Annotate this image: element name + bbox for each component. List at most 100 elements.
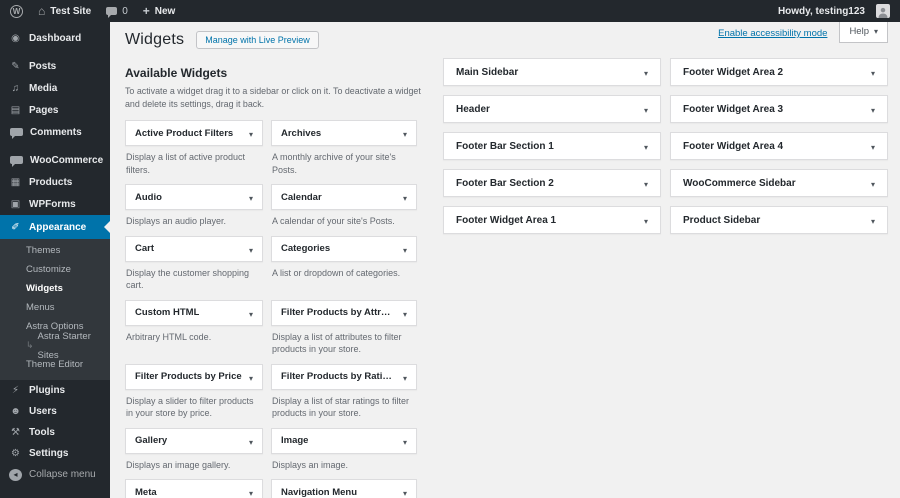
widget-area-woocommerce-sidebar[interactable]: WooCommerce Sidebar bbox=[670, 169, 888, 197]
wordpress-logo-menu[interactable]: W bbox=[10, 5, 23, 18]
chevron-down-icon[interactable] bbox=[249, 124, 253, 142]
widget-title-bar[interactable]: Filter Products by Price bbox=[125, 364, 263, 390]
submenu-item-themes[interactable]: Themes bbox=[0, 241, 110, 260]
widget-title-bar[interactable]: Audio bbox=[125, 184, 263, 210]
submenu-item-customize[interactable]: Customize bbox=[0, 260, 110, 279]
widget-title-bar[interactable]: Cart bbox=[125, 236, 263, 262]
collapse-label: Collapse menu bbox=[29, 469, 96, 480]
widget-title-bar[interactable]: Image bbox=[271, 428, 417, 454]
widget-title-bar[interactable]: Gallery bbox=[125, 428, 263, 454]
widget-title-bar[interactable]: Archives bbox=[271, 120, 417, 146]
widget-areas-column-left: Main Sidebar Header Footer Bar Section 1… bbox=[443, 58, 661, 243]
widget-title-bar[interactable]: Custom HTML bbox=[125, 300, 263, 326]
chevron-down-icon[interactable] bbox=[871, 211, 875, 229]
widget-title-bar[interactable]: Filter Products by Attr… bbox=[271, 300, 417, 326]
enable-accessibility-link[interactable]: Enable accessibility mode bbox=[718, 28, 827, 39]
chevron-down-icon[interactable] bbox=[249, 432, 253, 450]
widget-area-footer-widget-area-4[interactable]: Footer Widget Area 4 bbox=[670, 132, 888, 160]
sidebar-item-pages[interactable]: ▤ Pages bbox=[0, 99, 110, 121]
widget-card-calendar: Calendar A calendar of your site's Posts… bbox=[271, 184, 417, 236]
howdy-text: Howdy, testing123 bbox=[778, 6, 865, 17]
sidebar-item-label: WooCommerce bbox=[30, 155, 103, 166]
chevron-down-icon[interactable] bbox=[644, 137, 648, 155]
chevron-down-icon[interactable] bbox=[249, 304, 253, 322]
comments-icon bbox=[10, 128, 23, 136]
chevron-down-icon[interactable] bbox=[403, 240, 407, 258]
chevron-down-icon[interactable] bbox=[871, 63, 875, 81]
widget-area-footer-bar-section-2[interactable]: Footer Bar Section 2 bbox=[443, 169, 661, 197]
sidebar-item-products[interactable]: ▦ Products bbox=[0, 171, 110, 193]
site-name-menu[interactable]: Test Site bbox=[38, 5, 91, 18]
sidebar-item-users[interactable]: ☻ Users bbox=[0, 401, 110, 422]
page-title: Widgets bbox=[125, 31, 184, 49]
widget-title-bar[interactable]: Active Product Filters bbox=[125, 120, 263, 146]
new-label: New bbox=[155, 6, 176, 17]
collapse-menu-button[interactable]: Collapse menu bbox=[0, 464, 110, 485]
sidebar-item-media[interactable]: ♫ Media bbox=[0, 77, 110, 99]
sidebar-item-woocommerce[interactable]: WooCommerce bbox=[0, 149, 110, 171]
chevron-down-icon[interactable] bbox=[403, 483, 407, 498]
submenu-item-menus[interactable]: Menus bbox=[0, 298, 110, 317]
submenu-item-astra-starter-sites[interactable]: Astra Starter Sites bbox=[0, 336, 110, 355]
chevron-down-icon[interactable] bbox=[871, 174, 875, 192]
widget-area-header[interactable]: Header bbox=[443, 95, 661, 123]
widget-area-footer-widget-area-3[interactable]: Footer Widget Area 3 bbox=[670, 95, 888, 123]
sidebar-item-tools[interactable]: ⚒ Tools bbox=[0, 422, 110, 443]
chevron-down-icon[interactable] bbox=[644, 63, 648, 81]
widget-areas-column-right: Footer Widget Area 2 Footer Widget Area … bbox=[670, 58, 888, 243]
widget-area-title: Footer Bar Section 1 bbox=[456, 141, 554, 152]
sidebar-item-comments[interactable]: Comments bbox=[0, 121, 110, 143]
chevron-down-icon[interactable] bbox=[403, 188, 407, 206]
chevron-down-icon[interactable] bbox=[644, 211, 648, 229]
widget-title: Filter Products by Attr… bbox=[281, 307, 390, 318]
chevron-down-icon[interactable] bbox=[644, 100, 648, 118]
help-tab[interactable]: Help bbox=[839, 22, 888, 43]
chevron-down-icon[interactable] bbox=[403, 368, 407, 386]
new-content-menu[interactable]: New bbox=[143, 5, 176, 18]
chevron-down-icon[interactable] bbox=[871, 137, 875, 155]
widget-area-title: Footer Widget Area 4 bbox=[683, 141, 783, 152]
sidebar-item-dashboard[interactable]: ◉ Dashboard bbox=[0, 27, 110, 49]
widget-card-cart: Cart Display the customer shopping cart. bbox=[125, 236, 263, 300]
chevron-down-icon[interactable] bbox=[644, 174, 648, 192]
chevron-down-icon[interactable] bbox=[403, 304, 407, 322]
widget-title-bar[interactable]: Filter Products by Rati… bbox=[271, 364, 417, 390]
howdy-account-menu[interactable]: Howdy, testing123 bbox=[778, 4, 890, 18]
comments-menu[interactable]: 0 bbox=[106, 6, 128, 17]
widget-title-bar[interactable]: Meta bbox=[125, 479, 263, 498]
widget-title: Filter Products by Price bbox=[135, 371, 242, 382]
submenu-label: Themes bbox=[26, 241, 60, 260]
chevron-down-icon[interactable] bbox=[249, 483, 253, 498]
sidebar-item-posts[interactable]: ✎ Posts bbox=[0, 55, 110, 77]
widget-description: Display a list of star ratings to filter… bbox=[272, 395, 416, 420]
widget-card-categories: Categories A list or dropdown of categor… bbox=[271, 236, 417, 300]
chevron-down-icon[interactable] bbox=[249, 368, 253, 386]
sidebar-item-settings[interactable]: ⚙ Settings bbox=[0, 443, 110, 464]
manage-live-preview-button[interactable]: Manage with Live Preview bbox=[196, 31, 319, 49]
sidebar-item-plugins[interactable]: ⚡ Plugins bbox=[0, 380, 110, 401]
sidebar-item-label: Appearance bbox=[29, 222, 86, 233]
widget-description: A calendar of your site's Posts. bbox=[272, 215, 416, 228]
chevron-down-icon[interactable] bbox=[403, 124, 407, 142]
sidebar-item-appearance[interactable]: ✐ Appearance bbox=[0, 215, 110, 239]
chevron-down-icon[interactable] bbox=[871, 100, 875, 118]
widget-area-product-sidebar[interactable]: Product Sidebar bbox=[670, 206, 888, 234]
widget-area-main-sidebar[interactable]: Main Sidebar bbox=[443, 58, 661, 86]
widget-area-footer-widget-area-2[interactable]: Footer Widget Area 2 bbox=[670, 58, 888, 86]
available-widgets-panel: Available Widgets To activate a widget d… bbox=[125, 58, 417, 498]
widget-description: Display a list of attributes to filter p… bbox=[272, 331, 416, 356]
widget-area-footer-widget-area-1[interactable]: Footer Widget Area 1 bbox=[443, 206, 661, 234]
sidebar-item-wpforms[interactable]: ▣ WPForms bbox=[0, 193, 110, 215]
chevron-down-icon[interactable] bbox=[249, 240, 253, 258]
widget-area-footer-bar-section-1[interactable]: Footer Bar Section 1 bbox=[443, 132, 661, 160]
widget-title-bar[interactable]: Navigation Menu bbox=[271, 479, 417, 498]
widget-title-bar[interactable]: Calendar bbox=[271, 184, 417, 210]
submenu-item-widgets[interactable]: Widgets bbox=[0, 279, 110, 298]
chevron-down-icon[interactable] bbox=[403, 432, 407, 450]
comment-bubble-icon bbox=[106, 7, 117, 15]
chevron-down-icon[interactable] bbox=[249, 188, 253, 206]
pages-icon: ▤ bbox=[9, 105, 22, 116]
sidebar-item-label: Media bbox=[29, 83, 57, 94]
tools-icon: ⚒ bbox=[9, 427, 22, 438]
widget-title-bar[interactable]: Categories bbox=[271, 236, 417, 262]
